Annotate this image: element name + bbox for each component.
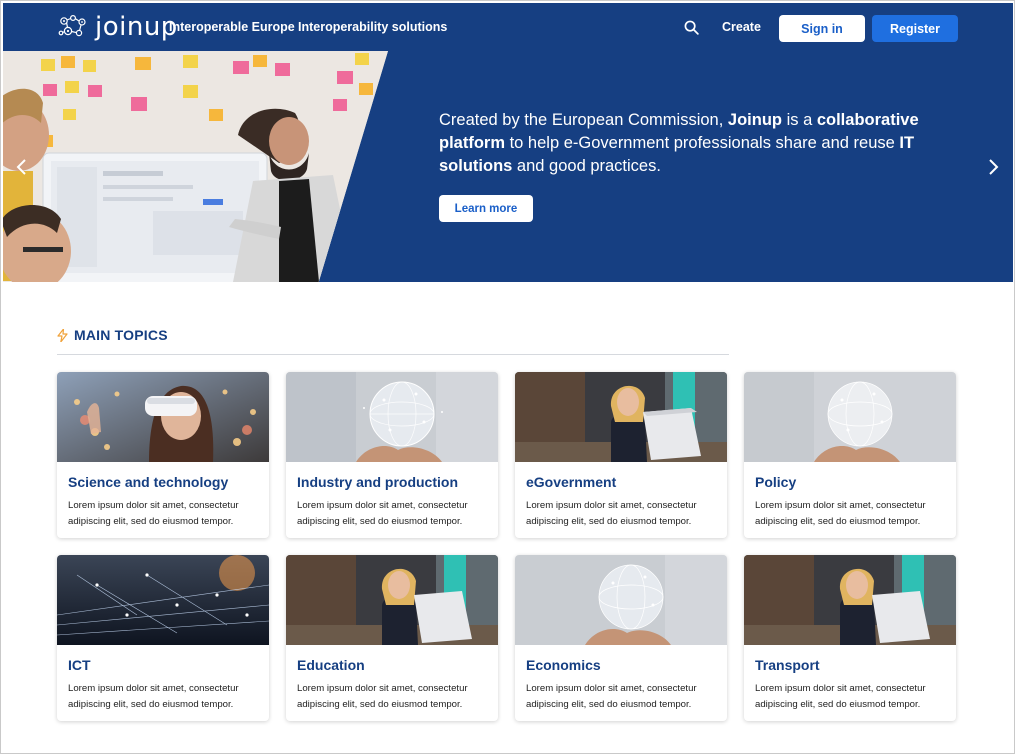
hero-text-part: is a	[781, 111, 817, 129]
hero-illustration	[3, 51, 388, 282]
learn-more-button[interactable]: Learn more	[439, 195, 533, 222]
topic-card-description: Lorem ipsum dolor sit amet, consectetur …	[526, 683, 697, 710]
topic-image-globe-hands	[744, 372, 956, 462]
main-topics-title: MAIN TOPICS	[74, 327, 168, 343]
topic-image-vr-headset	[57, 372, 269, 462]
logo-network-icon	[58, 14, 86, 37]
topic-card-science-and-technology[interactable]: Science and technology Lorem ipsum dolor…	[57, 372, 269, 538]
topic-card-education[interactable]: Education Lorem ipsum dolor sit amet, co…	[286, 555, 498, 721]
carousel-next-icon[interactable]	[986, 158, 1000, 176]
topic-card-description: Lorem ipsum dolor sit amet, consectetur …	[755, 500, 926, 527]
create-link[interactable]: Create	[722, 20, 761, 34]
topic-image-globe-hands	[286, 372, 498, 462]
topic-card-description: Lorem ipsum dolor sit amet, consectetur …	[526, 500, 697, 527]
topic-image-woman-laptop	[744, 555, 956, 645]
topic-card-title: Economics	[526, 657, 601, 673]
page: joinup Interoperable Europe Interoperabi…	[0, 0, 1015, 754]
topic-card-transport[interactable]: Transport Lorem ipsum dolor sit amet, co…	[744, 555, 956, 721]
topic-card-ict[interactable]: ICT Lorem ipsum dolor sit amet, consecte…	[57, 555, 269, 721]
hero-text-part: Created by the European Commission,	[439, 111, 728, 129]
register-button[interactable]: Register	[872, 15, 958, 42]
nav-interoperable-europe[interactable]: Interoperable Europe	[169, 20, 295, 34]
topic-card-description: Lorem ipsum dolor sit amet, consectetur …	[297, 683, 468, 710]
topic-card-title: Science and technology	[68, 474, 229, 490]
hero-photo	[3, 51, 388, 282]
logo-wordmark: joinup	[95, 12, 178, 42]
topic-image-woman-laptop	[515, 372, 727, 462]
nav-interoperability-solutions[interactable]: Interoperability solutions	[298, 20, 447, 34]
divider	[57, 354, 729, 355]
topic-card-policy[interactable]: Policy Lorem ipsum dolor sit amet, conse…	[744, 372, 956, 538]
topic-image-globe-hands	[515, 555, 727, 645]
topic-card-industry-and-production[interactable]: Industry and production Lorem ipsum dolo…	[286, 372, 498, 538]
topic-card-title: Transport	[755, 657, 820, 673]
topic-card-description: Lorem ipsum dolor sit amet, consectetur …	[297, 500, 468, 527]
topic-card-description: Lorem ipsum dolor sit amet, consectetur …	[68, 500, 239, 527]
hero-carousel: Created by the European Commission, Join…	[3, 51, 1013, 282]
hero-text-part: and good practices.	[512, 157, 661, 175]
hero-text-part: to help e-Government professionals share…	[505, 134, 900, 152]
topic-card-title: ICT	[68, 657, 91, 673]
topic-card-title: Policy	[755, 474, 797, 490]
hero-text-brand: Joinup	[727, 111, 782, 129]
topic-card-title: Education	[297, 657, 365, 673]
main-topics-heading: MAIN TOPICS	[57, 327, 168, 343]
sign-in-button[interactable]: Sign in	[779, 15, 865, 42]
topic-image-city-network	[57, 555, 269, 645]
topic-card-title: eGovernment	[526, 474, 617, 490]
top-navbar: joinup Interoperable Europe Interoperabi…	[3, 3, 1013, 51]
topic-card-description: Lorem ipsum dolor sit amet, consectetur …	[755, 683, 926, 710]
topic-card-title: Industry and production	[297, 474, 458, 490]
bolt-icon	[57, 328, 68, 342]
hero-tagline: Created by the European Commission, Join…	[439, 109, 959, 178]
topic-image-woman-laptop	[286, 555, 498, 645]
topic-card-egovernment[interactable]: eGovernment Lorem ipsum dolor sit amet, …	[515, 372, 727, 538]
topic-card-economics[interactable]: Economics Lorem ipsum dolor sit amet, co…	[515, 555, 727, 721]
search-icon[interactable]	[684, 20, 699, 35]
joinup-logo[interactable]: joinup	[57, 11, 178, 43]
topic-card-description: Lorem ipsum dolor sit amet, consectetur …	[68, 683, 239, 710]
carousel-prev-icon[interactable]	[15, 158, 29, 176]
